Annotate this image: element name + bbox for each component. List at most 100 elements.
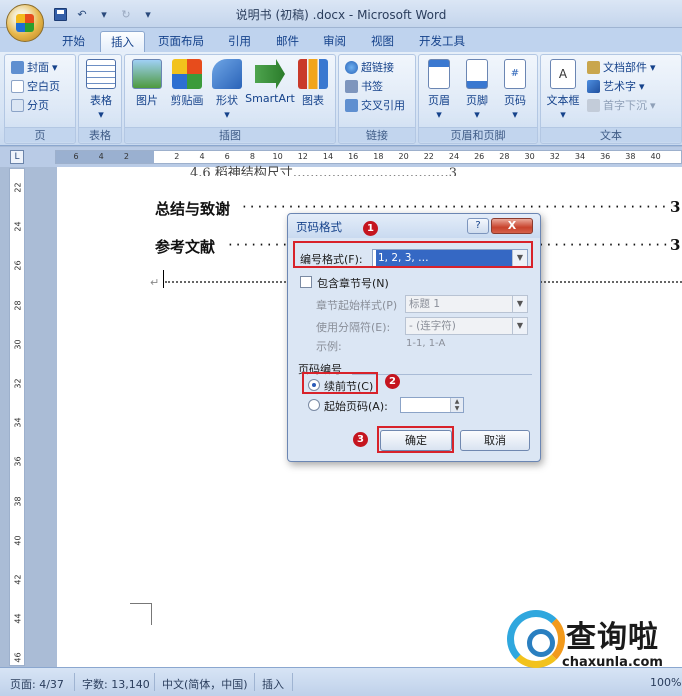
ruler-tick: 30 bbox=[524, 152, 535, 161]
dropcap-button[interactable]: 首字下沉 ▾ bbox=[587, 96, 656, 114]
ruler-margin bbox=[56, 151, 154, 163]
ruler-tick: 34 bbox=[13, 417, 23, 428]
tab-view[interactable]: 视图 bbox=[361, 31, 404, 52]
chevron-down-icon: ▾ bbox=[650, 98, 656, 112]
wordart-button[interactable]: 艺术字 ▾ bbox=[587, 77, 645, 95]
picture-button[interactable]: 图片 bbox=[125, 59, 169, 108]
dialog-title-bar[interactable]: 页码格式 ? X bbox=[288, 214, 540, 238]
tab-mailings[interactable]: 邮件 bbox=[266, 31, 309, 52]
page-count[interactable]: 页面: 4/37 bbox=[10, 676, 64, 692]
watermark-logo-icon bbox=[507, 610, 565, 668]
watermark-text: 查询啦 bbox=[566, 620, 659, 655]
quick-parts-icon bbox=[587, 60, 600, 74]
blank-page-label: 空白页 bbox=[27, 80, 60, 93]
footer-button[interactable]: 页脚 ▾ bbox=[457, 59, 497, 121]
bookmark-button[interactable]: 书签 bbox=[345, 77, 383, 95]
vertical-ruler[interactable]: 22 24 26 28 30 32 34 36 38 40 42 44 46 bbox=[9, 168, 25, 666]
toc-entry-page: 3 bbox=[670, 236, 681, 254]
group-table-label: 表格 bbox=[79, 127, 121, 142]
ruler-tick: 24 bbox=[448, 152, 460, 161]
status-bar: 页面: 4/37 字数: 13,140 中文(简体，中国) 插入 100% bbox=[0, 667, 682, 696]
hyperlink-button[interactable]: 超链接 bbox=[345, 58, 394, 76]
tab-page-layout[interactable]: 页面布局 bbox=[148, 31, 214, 52]
status-separator bbox=[254, 673, 255, 691]
clipart-button[interactable]: 剪贴画 bbox=[165, 59, 209, 108]
close-button[interactable]: X bbox=[491, 218, 533, 234]
footer-label: 页脚 bbox=[466, 94, 488, 107]
wordart-label: 艺术字 bbox=[603, 80, 636, 93]
ruler-tick: 22 bbox=[423, 152, 434, 161]
page-corner-mark bbox=[130, 603, 152, 625]
separator-select[interactable]: - (连字符) ▼ bbox=[405, 317, 528, 335]
example-value: 1-1, 1-A bbox=[406, 338, 446, 349]
tab-references[interactable]: 引用 bbox=[218, 31, 261, 52]
textbox-button[interactable]: A 文本框 ▾ bbox=[541, 59, 585, 121]
smartart-label: SmartArt bbox=[245, 92, 295, 105]
section-break-line bbox=[165, 281, 305, 283]
ruler-tick: 30 bbox=[13, 339, 23, 350]
cover-page-label: 封面 bbox=[27, 61, 49, 74]
tab-selector[interactable]: L bbox=[10, 150, 24, 164]
start-at-radio[interactable] bbox=[308, 399, 320, 411]
ruler-tick: 22 bbox=[13, 182, 23, 193]
chevron-down-icon: ▾ bbox=[639, 79, 645, 93]
picture-label: 图片 bbox=[136, 94, 158, 107]
ruler-tick: 38 bbox=[13, 496, 23, 507]
tab-home[interactable]: 开始 bbox=[52, 31, 95, 52]
cover-page-button[interactable]: 封面 ▾ bbox=[11, 58, 58, 76]
annotation-box-number-format bbox=[293, 241, 533, 268]
group-text-label: 文本 bbox=[541, 127, 681, 142]
tab-developer[interactable]: 开发工具 bbox=[409, 31, 475, 52]
tab-review[interactable]: 审阅 bbox=[313, 31, 356, 52]
textbox-label: 文本框 bbox=[546, 94, 580, 107]
annotation-number: 3 bbox=[353, 432, 368, 447]
ruler-tick: 42 bbox=[13, 574, 23, 585]
page-number-button[interactable]: # 页码 ▾ bbox=[495, 59, 535, 121]
ruler-tick: 20 bbox=[398, 152, 409, 161]
insert-mode[interactable]: 插入 bbox=[262, 676, 284, 692]
help-button[interactable]: ? bbox=[467, 218, 489, 234]
ruler-tick: 6 bbox=[224, 152, 230, 161]
header-button[interactable]: 页眉 ▾ bbox=[419, 59, 459, 121]
cancel-button[interactable]: 取消 bbox=[460, 430, 530, 451]
table-label: 表格 bbox=[90, 94, 112, 107]
chart-icon bbox=[298, 59, 328, 89]
chart-button[interactable]: 图表 bbox=[291, 59, 335, 108]
group-text: A 文本框 ▾ 文档部件 ▾ 艺术字 ▾ 首字下沉 ▾ 文本 bbox=[540, 54, 682, 144]
chapter-style-value: 标题 1 bbox=[409, 298, 441, 310]
ribbon: 封面 ▾ 空白页 分页 页 表格 ▾ 表格 图片 剪贴画 形状 ▾ SmartArt bbox=[0, 52, 682, 146]
chapter-style-label: 章节起始样式(P) bbox=[316, 299, 398, 312]
tab-insert[interactable]: 插入 bbox=[100, 31, 145, 52]
zoom-level[interactable]: 100% bbox=[650, 676, 681, 689]
smartart-button[interactable]: SmartArt bbox=[243, 59, 297, 105]
toc-entry-clipped: 4.6 稻神结构尺寸………………………………3 bbox=[190, 166, 458, 176]
blank-page-button[interactable]: 空白页 bbox=[11, 77, 60, 95]
clipart-label: 剪贴画 bbox=[170, 94, 204, 107]
ruler-tick: 26 bbox=[13, 260, 23, 271]
quick-parts-button[interactable]: 文档部件 ▾ bbox=[587, 58, 656, 76]
bookmark-label: 书签 bbox=[361, 80, 383, 93]
hyperlink-icon bbox=[345, 60, 358, 74]
language-indicator[interactable]: 中文(简体，中国) bbox=[162, 676, 248, 692]
chevron-down-icon: ▾ bbox=[512, 108, 518, 121]
group-pages-label: 页 bbox=[5, 127, 75, 142]
ruler-tick: 26 bbox=[474, 152, 485, 161]
ruler-tick: 2 bbox=[174, 152, 180, 161]
start-at-input[interactable]: ▲ ▼ bbox=[400, 397, 464, 413]
word-count[interactable]: 字数: 13,140 bbox=[82, 676, 150, 692]
group-links-label: 链接 bbox=[339, 127, 415, 142]
office-logo-icon bbox=[16, 14, 34, 32]
spin-arrows-icon[interactable]: ▲ ▼ bbox=[450, 398, 463, 412]
shapes-label: 形状 bbox=[216, 94, 238, 107]
chapter-style-select[interactable]: 标题 1 ▼ bbox=[405, 295, 528, 313]
chevron-down-icon: ▾ bbox=[98, 108, 104, 121]
cross-reference-button[interactable]: 交叉引用 bbox=[345, 96, 405, 114]
group-illustrations: 图片 剪贴画 形状 ▾ SmartArt 图表 插图 bbox=[124, 54, 336, 144]
page-break-button[interactable]: 分页 bbox=[11, 96, 49, 114]
include-chapter-checkbox[interactable] bbox=[300, 276, 312, 288]
picture-icon bbox=[132, 59, 162, 89]
office-button[interactable] bbox=[6, 4, 44, 42]
chevron-down-icon: ▾ bbox=[474, 108, 480, 121]
table-button[interactable]: 表格 ▾ bbox=[79, 59, 123, 121]
ruler-tick: 32 bbox=[549, 152, 560, 161]
